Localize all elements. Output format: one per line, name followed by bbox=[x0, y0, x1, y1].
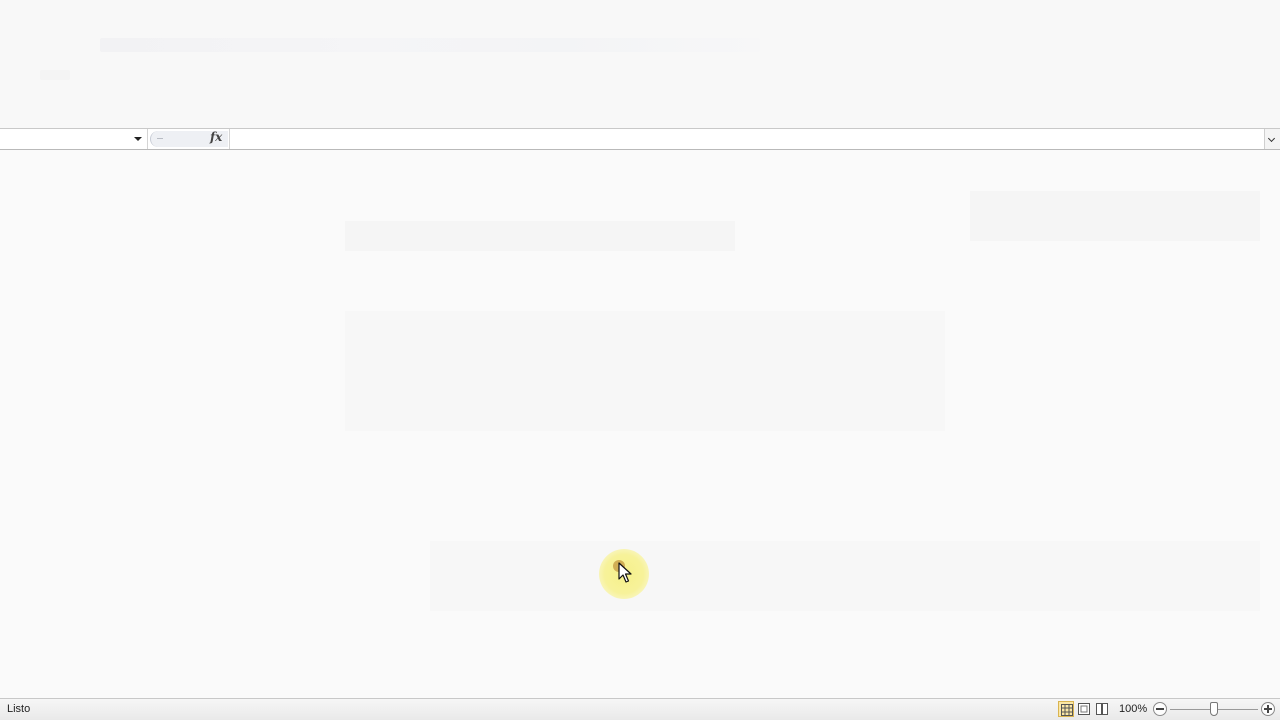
status-bar: Listo 100% bbox=[0, 698, 1280, 720]
grip-icon bbox=[157, 138, 163, 139]
normal-view-button[interactable] bbox=[1058, 701, 1074, 717]
page-break-view-button[interactable] bbox=[1094, 701, 1110, 717]
faded-content bbox=[345, 221, 735, 251]
worksheet-area[interactable] bbox=[0, 151, 1280, 698]
formula-input[interactable] bbox=[229, 129, 1264, 149]
faded-content bbox=[430, 541, 1260, 611]
page-layout-icon bbox=[1078, 703, 1090, 715]
status-text: Listo bbox=[7, 703, 31, 715]
formula-bar: fx bbox=[0, 128, 1280, 150]
spreadsheet-window: fx Listo 100% bbox=[0, 0, 1280, 720]
chevron-down-icon[interactable] bbox=[134, 137, 142, 141]
page-layout-view-button[interactable] bbox=[1076, 701, 1092, 717]
minus-circle-icon[interactable] bbox=[1153, 702, 1167, 716]
faded-content bbox=[970, 191, 1260, 241]
expand-formula-bar-button[interactable] bbox=[1264, 129, 1280, 149]
insert-function-label: fx bbox=[210, 130, 223, 144]
page-break-icon bbox=[1096, 703, 1108, 715]
faded-content bbox=[345, 311, 945, 431]
function-icon[interactable]: fx bbox=[210, 130, 222, 144]
ribbon-faded-content bbox=[40, 70, 70, 80]
name-box[interactable] bbox=[0, 129, 148, 149]
mouse-pointer-icon bbox=[618, 562, 632, 583]
zoom-slider-thumb[interactable] bbox=[1210, 702, 1218, 716]
zoom-level[interactable]: 100% bbox=[1119, 703, 1147, 715]
ribbon-area bbox=[0, 0, 1280, 128]
ribbon-faded-content bbox=[100, 38, 760, 52]
grid-icon bbox=[1061, 704, 1073, 716]
plus-circle-icon[interactable] bbox=[1261, 702, 1275, 716]
